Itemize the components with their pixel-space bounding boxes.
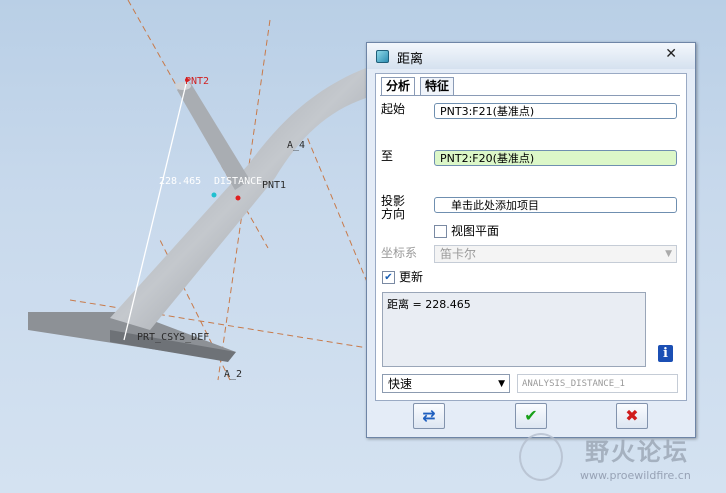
pnt2-label: PNT2 xyxy=(185,76,210,87)
csys-label: PRT_CSYS_DEF xyxy=(137,332,210,343)
flame-logo-icon xyxy=(519,433,563,481)
close-icon[interactable]: ✕ xyxy=(665,46,677,62)
chevron-down-icon: ▼ xyxy=(665,249,672,259)
dialog-titlebar[interactable]: 距离 ✕ xyxy=(367,43,695,69)
to-collector[interactable]: PNT2:F20(基准点) xyxy=(434,150,677,166)
cross-icon: ✖ xyxy=(625,406,639,425)
watermark-url: www.proewildfire.cn xyxy=(580,469,691,482)
distance-marker xyxy=(211,192,217,198)
tab-feature[interactable]: 特征 xyxy=(420,77,455,95)
csys-select: 笛卡尔 ▼ xyxy=(434,245,677,263)
from-collector[interactable]: PNT3:F21(基准点) xyxy=(434,103,677,119)
pnt1-label: PNT1 xyxy=(262,180,287,191)
tab-analysis[interactable]: 分析 xyxy=(381,77,416,95)
csys-select-value: 笛卡尔 xyxy=(440,247,477,261)
watermark-text: 野火论坛 xyxy=(585,438,689,466)
repeat-icon: ⇄ xyxy=(422,406,436,425)
result-display: 距离 = 228.465 xyxy=(382,292,646,367)
dialog-app-icon xyxy=(376,50,389,63)
projection-label-2: 方向 xyxy=(381,207,406,221)
speed-select-value: 快速 xyxy=(388,377,413,391)
speed-select[interactable]: 快速 ▼ xyxy=(382,374,510,393)
csys-field-label: 坐标系 xyxy=(381,246,418,260)
axis-a2-label: A_2 xyxy=(224,369,243,380)
pnt1-marker xyxy=(235,195,241,201)
distance-label: DISTANCE xyxy=(214,176,263,187)
info-icon[interactable]: i xyxy=(658,345,673,362)
analysis-panel: 分析 特征 起始 PNT3:F21(基准点) 至 PNT2:F20(基准点) 投… xyxy=(375,73,687,401)
distance-dialog: 距离 ✕ 分析 特征 起始 PNT3:F21(基准点) 至 PNT2:F20(基… xyxy=(366,42,696,438)
feature-name-input[interactable]: ANALYSIS_DISTANCE_1 xyxy=(517,374,678,393)
dialog-title: 距离 xyxy=(397,52,424,67)
update-checkbox[interactable]: ✔ xyxy=(382,271,395,284)
projection-collector[interactable]: 单击此处添加项目 xyxy=(434,197,677,213)
tab-divider xyxy=(380,95,680,96)
ok-button[interactable]: ✔ xyxy=(515,403,547,429)
from-label: 起始 xyxy=(381,102,406,116)
update-label: 更新 xyxy=(399,270,424,284)
branch-pipe xyxy=(177,82,250,190)
view-plane-checkbox[interactable] xyxy=(434,225,447,238)
watermark: 野火论坛 www.proewildfire.cn xyxy=(515,427,720,489)
distance-value-label: 228.465 xyxy=(159,176,202,187)
repeat-button[interactable]: ⇄ xyxy=(413,403,445,429)
view-plane-label: 视图平面 xyxy=(451,224,500,238)
chevron-down-icon: ▼ xyxy=(498,379,505,389)
axis-a4-label: A_4 xyxy=(287,140,306,151)
cancel-button[interactable]: ✖ xyxy=(616,403,648,429)
checkmark-icon: ✔ xyxy=(524,406,538,425)
to-label: 至 xyxy=(381,149,394,163)
